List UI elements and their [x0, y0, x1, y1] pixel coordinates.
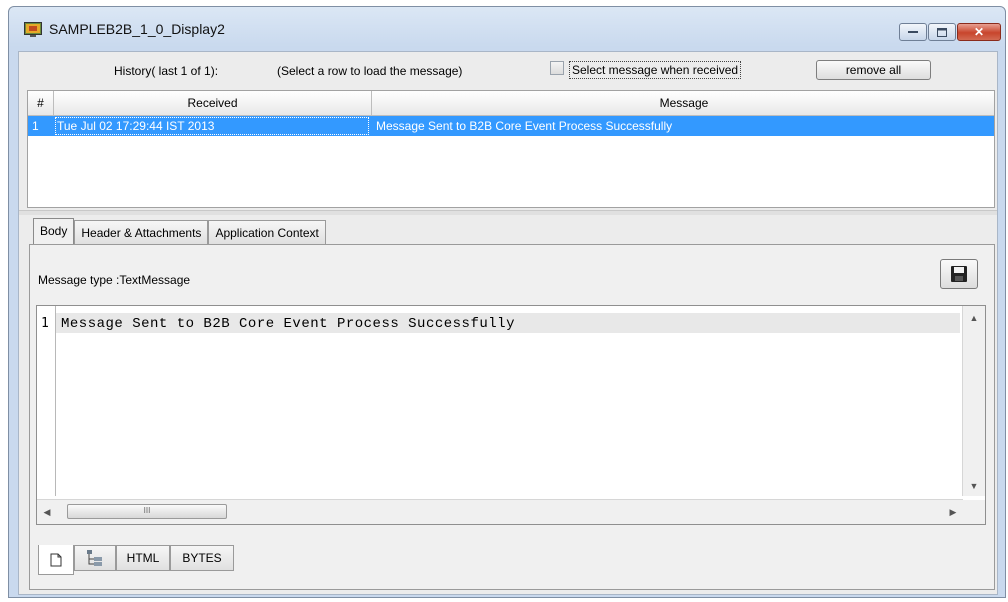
row-message: Message Sent to B2B Core Event Process S…: [376, 119, 673, 133]
maximize-button[interactable]: [928, 23, 956, 41]
detail-tabs: Body Header & Attachments Application Co…: [33, 218, 326, 245]
minimize-button[interactable]: [899, 23, 927, 41]
close-button[interactable]: ✕: [957, 23, 1001, 41]
row-received: Tue Jul 02 17:29:44 IST 2013: [54, 116, 370, 136]
app-monitor-icon: [24, 22, 42, 37]
page-icon: [50, 553, 62, 566]
maximize-icon: [937, 27, 947, 37]
message-type-label: Message type :TextMessage: [38, 273, 191, 287]
table-row[interactable]: 1 Tue Jul 02 17:29:44 IST 2013 Message S…: [28, 116, 994, 136]
tab-header-attachments[interactable]: Header & Attachments: [74, 220, 209, 244]
scroll-corner: [961, 500, 985, 524]
view-tab-html[interactable]: HTML: [116, 545, 170, 571]
pane-splitter[interactable]: [19, 210, 997, 215]
message-editor[interactable]: 1 Message Sent to B2B Core Event Process…: [36, 305, 986, 525]
history-bar: History( last 1 of 1): (Select a row to …: [19, 52, 997, 86]
column-header-number[interactable]: #: [28, 91, 54, 115]
scroll-up-arrow-icon[interactable]: ▲: [963, 310, 985, 326]
line-number: 1: [41, 316, 49, 331]
vertical-scrollbar[interactable]: ▲ ▼: [962, 306, 985, 496]
history-table: # Received Message 1 Tue Jul 02 17:29:44…: [27, 90, 995, 208]
main-content: History( last 1 of 1): (Select a row to …: [18, 51, 998, 595]
window-controls: ✕: [898, 23, 1001, 41]
floppy-disk-icon: [951, 266, 967, 282]
remove-all-button[interactable]: remove all: [816, 60, 931, 80]
minimize-icon: [908, 31, 918, 33]
select-message-checkbox[interactable]: [550, 61, 564, 75]
tab-body[interactable]: Body: [33, 218, 75, 245]
title-bar[interactable]: SAMPLEB2B_1_0_Display2 ✕: [9, 7, 1005, 51]
horizontal-scroll-thumb[interactable]: III: [67, 504, 227, 519]
save-button[interactable]: [940, 259, 978, 289]
scroll-right-arrow-icon[interactable]: ▶: [943, 504, 963, 520]
scroll-left-arrow-icon[interactable]: ◀: [37, 504, 57, 520]
scroll-down-arrow-icon[interactable]: ▼: [963, 478, 985, 494]
view-tab-bytes[interactable]: BYTES: [170, 545, 234, 571]
xml-tree-icon: [87, 550, 102, 566]
message-content[interactable]: Message Sent to B2B Core Event Process S…: [61, 316, 515, 332]
table-header: # Received Message: [28, 91, 994, 116]
close-icon: ✕: [973, 25, 985, 39]
line-number-gutter: 1: [37, 306, 56, 496]
horizontal-scrollbar[interactable]: ◀ III ▶: [37, 499, 963, 524]
window-title: SAMPLEB2B_1_0_Display2: [49, 21, 225, 37]
view-tab-xml-tree[interactable]: [74, 545, 116, 571]
history-hint: (Select a row to load the message): [277, 64, 463, 78]
column-header-message[interactable]: Message: [372, 91, 994, 115]
app-window: SAMPLEB2B_1_0_Display2 ✕ History( last 1…: [8, 6, 1006, 598]
row-number: 1: [32, 119, 39, 133]
column-header-received[interactable]: Received: [54, 91, 372, 115]
history-label: History( last 1 of 1):: [114, 64, 219, 78]
view-tab-text[interactable]: [38, 545, 74, 575]
select-message-checkbox-label[interactable]: Select message when received: [569, 61, 742, 79]
view-format-tabs: HTML BYTES: [38, 545, 234, 575]
body-panel: Message type :TextMessage 1 Message Sent…: [29, 244, 995, 590]
tab-application-context[interactable]: Application Context: [208, 220, 326, 244]
